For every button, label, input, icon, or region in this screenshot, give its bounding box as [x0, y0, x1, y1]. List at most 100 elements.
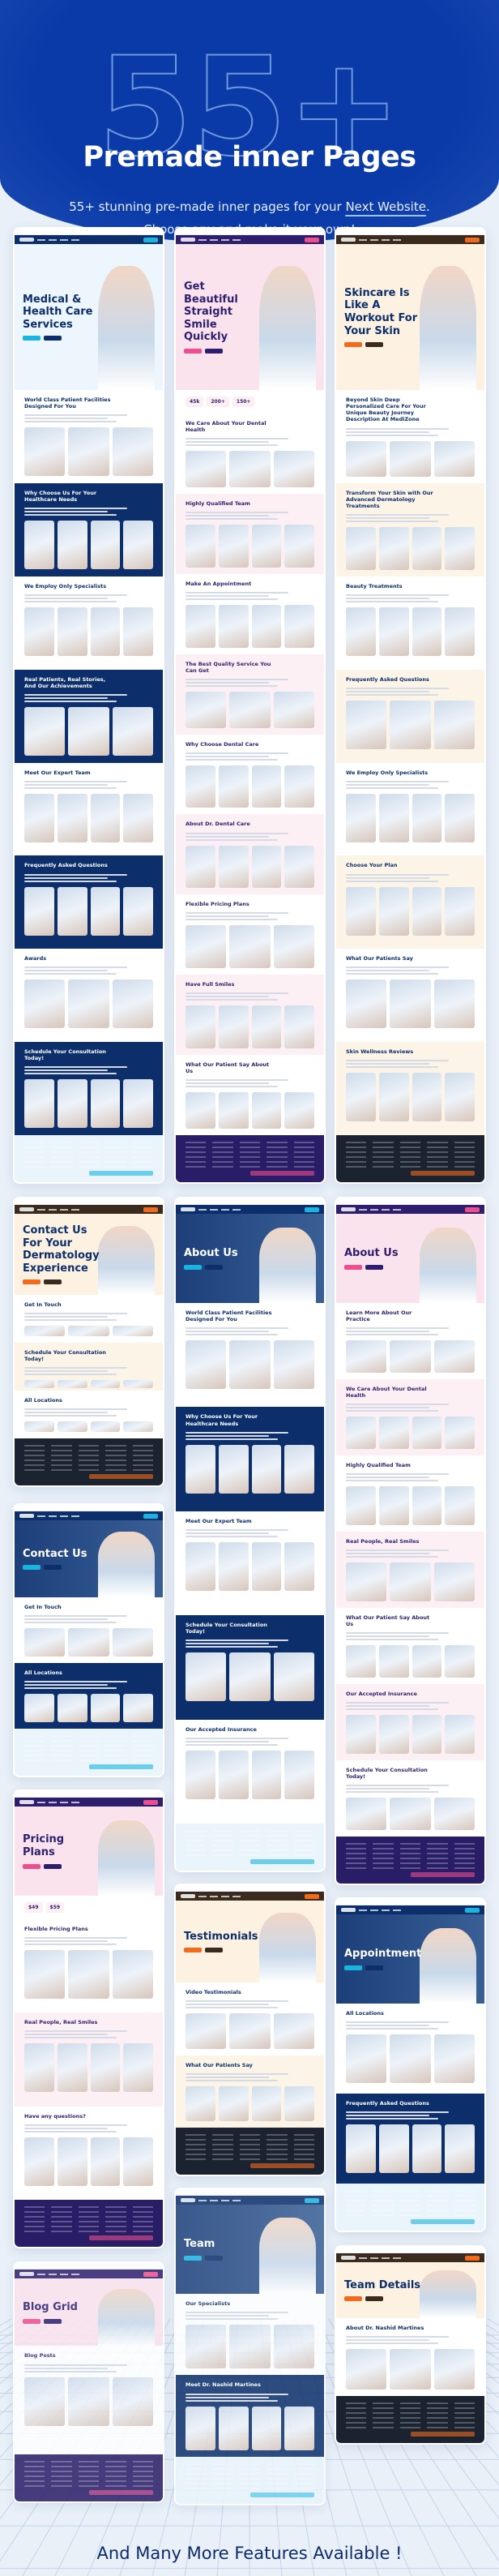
text-placeholder: [186, 1999, 314, 2010]
image-row: [24, 1693, 153, 1722]
section-heading: Schedule Your Consultation Today!: [24, 1349, 106, 1363]
hero-section: Contact Us: [15, 1520, 163, 1597]
image-row: [346, 1645, 475, 1678]
section-heading: Why Choose Us For Your Healthcare Needs: [24, 489, 97, 503]
nav-cta-button: [305, 2197, 319, 2203]
text-placeholder: [346, 512, 475, 524]
section-heading: About Dr. Dental Care: [186, 821, 250, 828]
site-footer: [15, 2454, 163, 2501]
section-heading: Highly Qualified Team: [346, 1462, 411, 1468]
logo: [181, 2198, 195, 2202]
hero-section: Skincare Is Like A Workout For Your Skin: [336, 244, 484, 390]
hero-section: Appointment: [336, 1914, 484, 2004]
nav-bar: [336, 1205, 484, 1214]
nav-link: [198, 2199, 207, 2201]
section-heading: Meet Our Expert Team: [186, 1517, 252, 1524]
section-heading: Awards: [24, 955, 47, 962]
page-preview-card[interactable]: About Us Learn More About Our Practice W…: [335, 1197, 486, 1885]
hero-button: [44, 336, 62, 341]
more-features-text: And Many More Features Available !: [96, 2544, 403, 2563]
content-section: Awards: [15, 949, 163, 1043]
text-placeholder: [346, 1326, 475, 1337]
image-row: [346, 527, 475, 570]
page-preview-card[interactable]: Skincare Is Like A Workout For Your Skin…: [335, 227, 486, 1184]
content-section: All Locations: [336, 2004, 484, 2094]
nav-link: [359, 238, 367, 241]
subtitle-highlight: Next Website: [345, 199, 426, 214]
page-preview-card[interactable]: Pricing Plans $49 $59 Flexible Pricing Pl…: [13, 1789, 164, 2248]
text-placeholder: [186, 991, 314, 1002]
nav-cta-button: [305, 1893, 319, 1899]
logo: [19, 1207, 34, 1211]
nav-cta-button: [465, 1907, 480, 1913]
site-footer: [336, 2184, 484, 2231]
content-section: Flexible Pricing Plans: [15, 1919, 163, 2013]
section-heading: Real People, Real Smiles: [24, 2019, 98, 2026]
nav-link: [382, 2257, 390, 2259]
page-preview-card[interactable]: Team Details About Dr. Nashid Martines: [335, 2245, 486, 2445]
hero-section: About Us: [176, 1214, 324, 1303]
nav-link: [221, 238, 229, 241]
nav-link: [221, 2199, 229, 2201]
content-section: Get In Touch: [15, 1597, 163, 1663]
top-info-bar: [15, 229, 163, 235]
text-placeholder: [24, 1311, 153, 1322]
text-placeholder: [346, 872, 475, 884]
page-preview-card[interactable]: Testimonials Video Testimonials What Our…: [174, 1884, 326, 2176]
hero-button: [205, 348, 223, 354]
content-section: Why Choose Us For Your Healthcare Needs: [15, 482, 163, 576]
nav-link: [359, 2257, 367, 2259]
page-preview-card[interactable]: Team Our Specialists Meet Dr. Nashid Mar…: [174, 2188, 326, 2505]
page-preview-card[interactable]: Contact Us Get In Touch All Locations: [13, 1503, 164, 1777]
logo: [341, 238, 356, 242]
content-section: Our Accepted Insurance: [176, 1719, 324, 1824]
content-section: Our Specialists: [176, 2293, 324, 2376]
page-preview-card[interactable]: Appointment All Locations Frequently Ask…: [335, 1897, 486, 2232]
logo: [181, 1894, 195, 1898]
content-section: We Care About Your Dental Health: [336, 1379, 484, 1455]
hero-button: [184, 1948, 202, 1953]
text-placeholder: [346, 1058, 475, 1069]
nav-link: [210, 2199, 218, 2201]
section-heading: Skin Wellness Reviews: [346, 1048, 414, 1056]
image-row: [186, 525, 314, 568]
page-preview-card[interactable]: About Us World Class Patient Facilities …: [174, 1197, 326, 1872]
content-section: Highly Qualified Team: [176, 493, 324, 574]
content-section: Why Choose Dental Care: [176, 734, 324, 815]
top-info-bar: [15, 1198, 163, 1205]
top-info-bar: [176, 229, 324, 235]
image-row: [24, 606, 153, 656]
nav-cta-button: [465, 2255, 480, 2261]
image-row: [346, 440, 475, 477]
site-footer: [336, 1837, 484, 1884]
nav-link: [359, 1909, 367, 1911]
page-preview-card[interactable]: Medical & Health Care Services World Cla…: [13, 227, 164, 1184]
hero-photo: [98, 2288, 155, 2347]
nav-link: [71, 1801, 79, 1803]
nav-link: [370, 238, 378, 241]
section-heading: We Employ Only Specialists: [24, 582, 107, 589]
stat-badge: $49: [24, 1902, 43, 1913]
content-section: Meet Dr. Nashid Martines: [176, 2375, 324, 2457]
page-preview-card[interactable]: Get Beautiful Straight Smile Quickly 45k…: [174, 227, 326, 1184]
nav-cta-button: [465, 1207, 480, 1212]
text-placeholder: [186, 2310, 314, 2321]
text-placeholder: [346, 965, 475, 976]
hero-title: Pricing Plans: [23, 1833, 65, 1858]
nav-link: [210, 1208, 218, 1211]
logo: [19, 1514, 34, 1518]
hero-section: About Us: [336, 1214, 484, 1303]
section-heading: Our Accepted Insurance: [346, 1691, 417, 1697]
hero-button: [344, 1965, 362, 1970]
page-preview-card[interactable]: Blog Grid Blog Posts: [13, 2261, 164, 2503]
text-placeholder: [186, 751, 314, 762]
content-section: We Care About Your Dental Health: [176, 414, 324, 494]
page-preview-card[interactable]: Contact Us For Your Dermatology Experien…: [13, 1197, 164, 1487]
content-section: Beauty Treatments: [336, 576, 484, 670]
image-row: [346, 1562, 475, 1601]
hero-button: [23, 1279, 41, 1285]
section-heading: Frequently Asked Questions: [24, 862, 108, 869]
section-heading: All Locations: [346, 2010, 384, 2017]
text-placeholder: [346, 1700, 475, 1712]
image-row: [346, 1340, 475, 1373]
